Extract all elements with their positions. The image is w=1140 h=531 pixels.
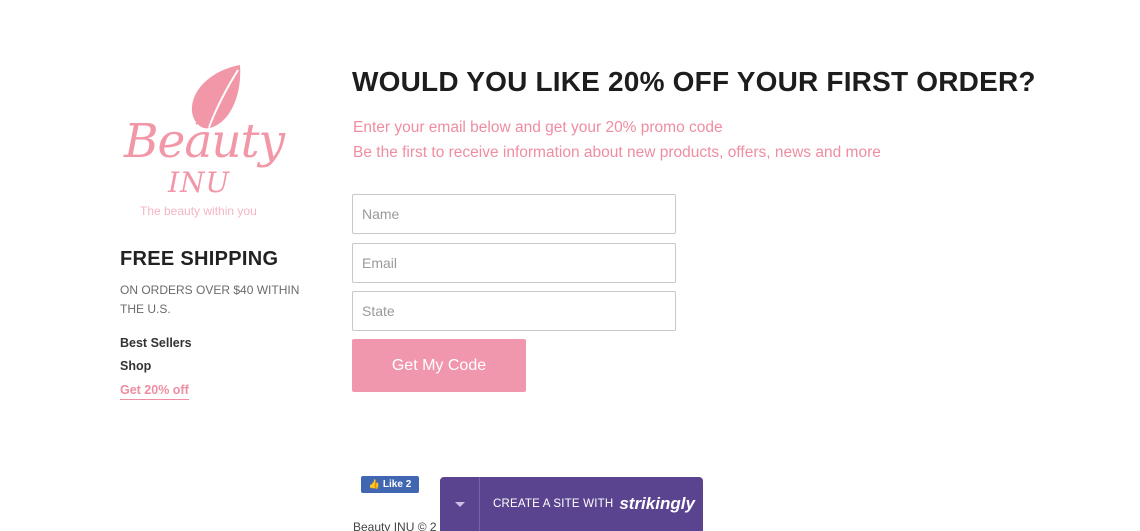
get-code-button[interactable]: Get My Code: [352, 339, 526, 392]
like-label: Like 2: [382, 479, 412, 490]
nav-link-shop[interactable]: Shop: [120, 358, 192, 375]
logo-tagline: The beauty within you: [140, 204, 257, 218]
logo-wordmark: Beauty: [124, 114, 285, 169]
name-input[interactable]: [352, 194, 676, 234]
strikingly-cta[interactable]: CREATE A SITE WITH: [493, 498, 613, 510]
state-input[interactable]: [352, 291, 676, 331]
caret-down-icon: [454, 501, 465, 507]
footer-copyright: Beauty INU © 2: [353, 520, 437, 531]
thumbs-up-icon: 👍: [368, 479, 380, 489]
promo-description-2: Be the first to receive information abou…: [353, 144, 881, 161]
email-input[interactable]: [352, 243, 676, 283]
nav-link-get-discount[interactable]: Get 20% off: [120, 382, 189, 400]
bar-toggle[interactable]: [440, 477, 480, 531]
shipping-title: FREE SHIPPING: [120, 248, 279, 270]
nav-link-best-sellers[interactable]: Best Sellers: [120, 335, 192, 352]
brand-logo[interactable]: Beauty INU The beauty within you: [120, 62, 290, 224]
facebook-like-button[interactable]: 👍 Like 2: [361, 476, 419, 493]
footer-nav: Best Sellers Shop Get 20% off: [120, 335, 192, 406]
promo-headline: WOULD YOU LIKE 20% OFF YOUR FIRST ORDER?: [352, 66, 1036, 97]
strikingly-logo[interactable]: strikingly: [619, 494, 695, 514]
promo-description-1: Enter your email below and get your 20% …: [353, 119, 723, 136]
strikingly-bar[interactable]: CREATE A SITE WITH strikingly: [440, 477, 703, 531]
shipping-subtitle: ON ORDERS OVER $40 WITHIN THE U.S.: [120, 283, 300, 316]
logo-wordmark-sub: INU: [168, 166, 231, 199]
